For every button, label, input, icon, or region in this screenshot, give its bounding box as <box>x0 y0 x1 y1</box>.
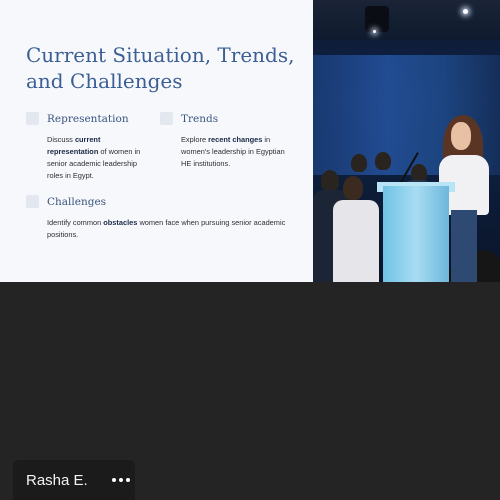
podium <box>383 186 449 282</box>
checkbox-icon <box>26 112 39 125</box>
checkbox-icon <box>26 195 39 208</box>
trends-section: Trends Explore recent changes in women's… <box>160 112 290 170</box>
spotlight-fixture <box>365 6 389 32</box>
slide-title: Current Situation, Trends, and Challenge… <box>26 43 295 93</box>
representation-label: Representation <box>47 112 129 125</box>
checkbox-icon <box>160 112 173 125</box>
more-icon <box>111 478 116 482</box>
challenges-section: Challenges Identify common obstacles wom… <box>26 195 286 241</box>
challenges-label: Challenges <box>47 195 107 208</box>
challenges-description: Identify common obstacles women face whe… <box>47 218 286 239</box>
trends-description: Explore recent changes in women's leader… <box>181 135 285 168</box>
shared-slide: Current Situation, Trends, and Challenge… <box>0 0 500 282</box>
speaker-photo <box>313 0 500 282</box>
participant-name-tag: Rasha E. <box>13 460 135 500</box>
ceiling-light <box>463 9 468 14</box>
representation-description: Discuss current representation of women … <box>47 135 141 180</box>
more-options-button[interactable] <box>111 470 130 490</box>
representation-section: Representation Discuss current represent… <box>26 112 151 182</box>
trends-label: Trends <box>181 112 219 125</box>
ceiling <box>313 0 500 40</box>
ceiling-light <box>373 30 376 33</box>
slide-content-panel: Current Situation, Trends, and Challenge… <box>0 0 313 282</box>
participant-name: Rasha E. <box>26 471 88 489</box>
